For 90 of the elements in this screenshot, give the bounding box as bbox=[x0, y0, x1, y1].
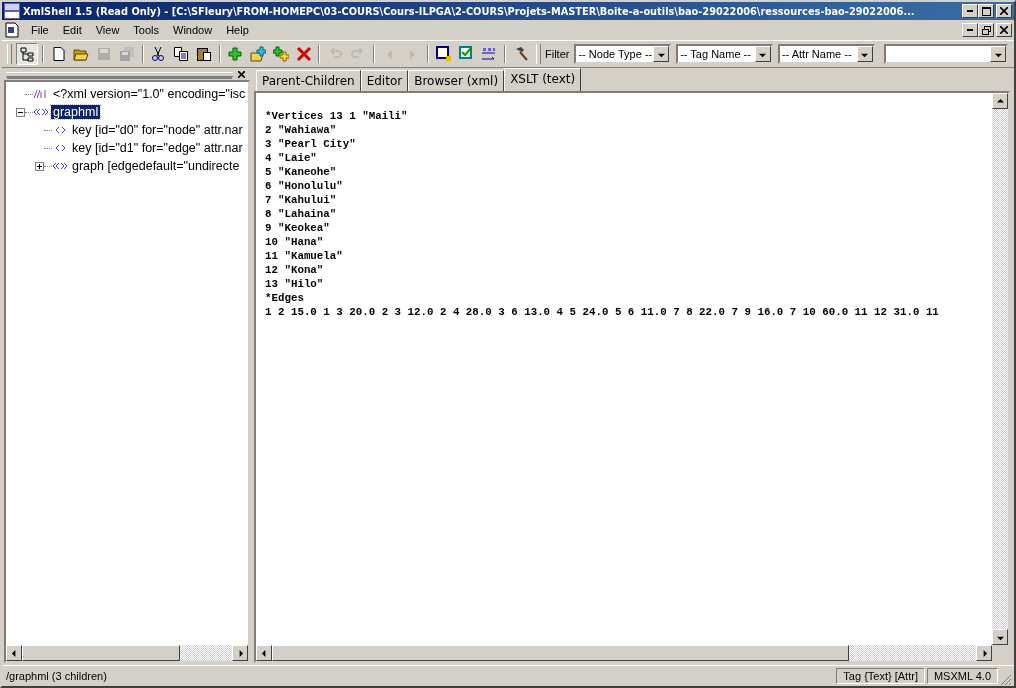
tab[interactable]: Parent-Children bbox=[256, 70, 361, 91]
tree-item[interactable]: graph [edgedefault="undirecte bbox=[70, 159, 242, 173]
floppy-disks-icon bbox=[118, 46, 135, 62]
resize-grip-icon bbox=[1000, 674, 1012, 686]
output-line: *Edges bbox=[265, 291, 304, 305]
tree-item[interactable]: key [id="d0" for="node" attr.nar bbox=[70, 123, 245, 137]
checkmark-icon bbox=[458, 46, 475, 62]
tab[interactable]: XSLT (text) bbox=[504, 68, 582, 91]
scroll-left-button[interactable] bbox=[256, 645, 272, 661]
output-line: 13 "Hilo" bbox=[265, 277, 324, 291]
xml-declaration-icon bbox=[33, 89, 49, 99]
close-icon bbox=[1000, 26, 1008, 34]
tree-item[interactable]: <?xml version="1.0" encoding="isc bbox=[51, 87, 248, 101]
minimize-button[interactable] bbox=[962, 4, 978, 18]
output-line: 7 "Kahului" bbox=[265, 193, 337, 207]
plus-icon bbox=[272, 46, 289, 62]
right-arrow-icon bbox=[409, 49, 415, 59]
output-line: 8 "Lahaina" bbox=[265, 207, 337, 221]
scroll-up-button[interactable] bbox=[992, 93, 1008, 109]
minimize-button[interactable] bbox=[962, 23, 978, 37]
plus-icon bbox=[227, 46, 244, 62]
output-line: 11 "Kamuela" bbox=[265, 249, 343, 263]
toolbar-button[interactable] bbox=[15, 43, 38, 65]
folder-icon bbox=[73, 46, 90, 62]
maximize-icon bbox=[981, 6, 991, 16]
tab[interactable]: Browser (xml) bbox=[408, 70, 505, 91]
output-line: 5 "Kaneohe" bbox=[265, 165, 337, 179]
menu-item[interactable]: Help bbox=[219, 22, 256, 38]
menu-item[interactable]: View bbox=[88, 22, 127, 38]
output-line: 1 2 15.0 1 3 20.0 2 3 12.0 2 4 28.0 3 6 13.0 4 5 24.0 5 6 11.0 7 8 22.0 7 9 16.0 7 10 60.0 11 12 31.0 11 bbox=[265, 305, 939, 319]
restore-button[interactable] bbox=[978, 23, 994, 37]
filter-dropdown[interactable]: -- Node Type -- bbox=[574, 44, 672, 64]
pane-grip[interactable] bbox=[6, 71, 233, 77]
document-icon[interactable] bbox=[4, 22, 20, 38]
status-panel: Tag {Text} [Attr] bbox=[836, 668, 925, 684]
scrollbar-thumb[interactable] bbox=[22, 645, 180, 661]
filter-dropdown[interactable]: -- Tag Name -- bbox=[676, 44, 773, 64]
filter-label: Filter bbox=[545, 48, 570, 60]
close-icon bbox=[238, 70, 245, 78]
element-icon bbox=[33, 107, 49, 117]
output-line: 3 "Pearl City" bbox=[265, 137, 356, 151]
left-arrow-icon bbox=[387, 49, 393, 59]
scissors-icon bbox=[150, 46, 167, 62]
tree-view-icon bbox=[18, 46, 35, 62]
left-triangle-icon bbox=[10, 649, 18, 657]
tree-item[interactable]: key [id="d1" for="edge" attr.nar bbox=[70, 141, 245, 155]
output-line: *Vertices 13 1 "Maili" bbox=[265, 109, 408, 123]
collapse-toggle[interactable] bbox=[16, 107, 25, 117]
status-text: /graphml (3 children) bbox=[5, 670, 108, 682]
output-line: 2 "Wahiawa" bbox=[265, 123, 337, 137]
transform-icon bbox=[481, 46, 498, 62]
delete-icon bbox=[295, 46, 312, 62]
close-button[interactable] bbox=[996, 4, 1012, 18]
maximize-button[interactable] bbox=[978, 4, 994, 18]
scroll-right-button[interactable] bbox=[976, 645, 992, 661]
menu-item[interactable]: Edit bbox=[55, 22, 89, 38]
scrollbar-thumb[interactable] bbox=[272, 645, 850, 661]
tree-item[interactable]: graphml bbox=[51, 105, 101, 119]
close-pane-button[interactable] bbox=[237, 69, 246, 79]
output-line: 12 "Kona" bbox=[265, 263, 324, 277]
expand-toggle[interactable] bbox=[35, 161, 44, 171]
close-icon bbox=[1000, 7, 1008, 15]
output-line: 10 "Hana" bbox=[265, 235, 324, 249]
minimize-icon bbox=[967, 10, 973, 12]
filter-value-field[interactable] bbox=[883, 44, 1008, 64]
minimize-icon bbox=[967, 29, 973, 31]
output-line: 6 "Honolulu" bbox=[265, 179, 343, 193]
new-file-icon bbox=[50, 46, 67, 62]
left-triangle-icon bbox=[260, 649, 268, 657]
restore-icon bbox=[981, 25, 991, 35]
scroll-left-button[interactable] bbox=[6, 645, 22, 661]
tab[interactable]: Editor bbox=[360, 70, 409, 91]
filter-dropdown[interactable]: -- Attr Name -- bbox=[777, 44, 875, 64]
app-icon bbox=[4, 3, 20, 19]
output-line: 4 "Laie" bbox=[265, 151, 317, 165]
status-panel: MSXML 4.0 bbox=[926, 668, 998, 684]
output-line: 9 "Keokea" bbox=[265, 221, 330, 235]
scroll-right-button[interactable] bbox=[232, 645, 248, 661]
menu-item[interactable]: Tools bbox=[126, 22, 167, 38]
scroll-down-button[interactable] bbox=[992, 629, 1008, 645]
window-title: XmlShell 1.5 (Read Only) - [C:\SFleury\FROM-HOMEPC\03-COURS\Cours-ILPGA\2-COURS\Projets-MASTER\Boite-a-outils\bao-29022006\ressources-bao-29022006... bbox=[23, 5, 916, 17]
check-document-icon bbox=[436, 46, 453, 62]
up-triangle-icon bbox=[996, 97, 1004, 105]
folder-plus-icon bbox=[250, 46, 267, 62]
close-button[interactable] bbox=[996, 23, 1012, 37]
clipboard-icon bbox=[195, 46, 212, 62]
copy-icon bbox=[173, 46, 190, 62]
menu-item[interactable]: File bbox=[24, 22, 56, 38]
menu-item[interactable]: Window bbox=[166, 22, 220, 38]
element-icon bbox=[52, 161, 68, 171]
